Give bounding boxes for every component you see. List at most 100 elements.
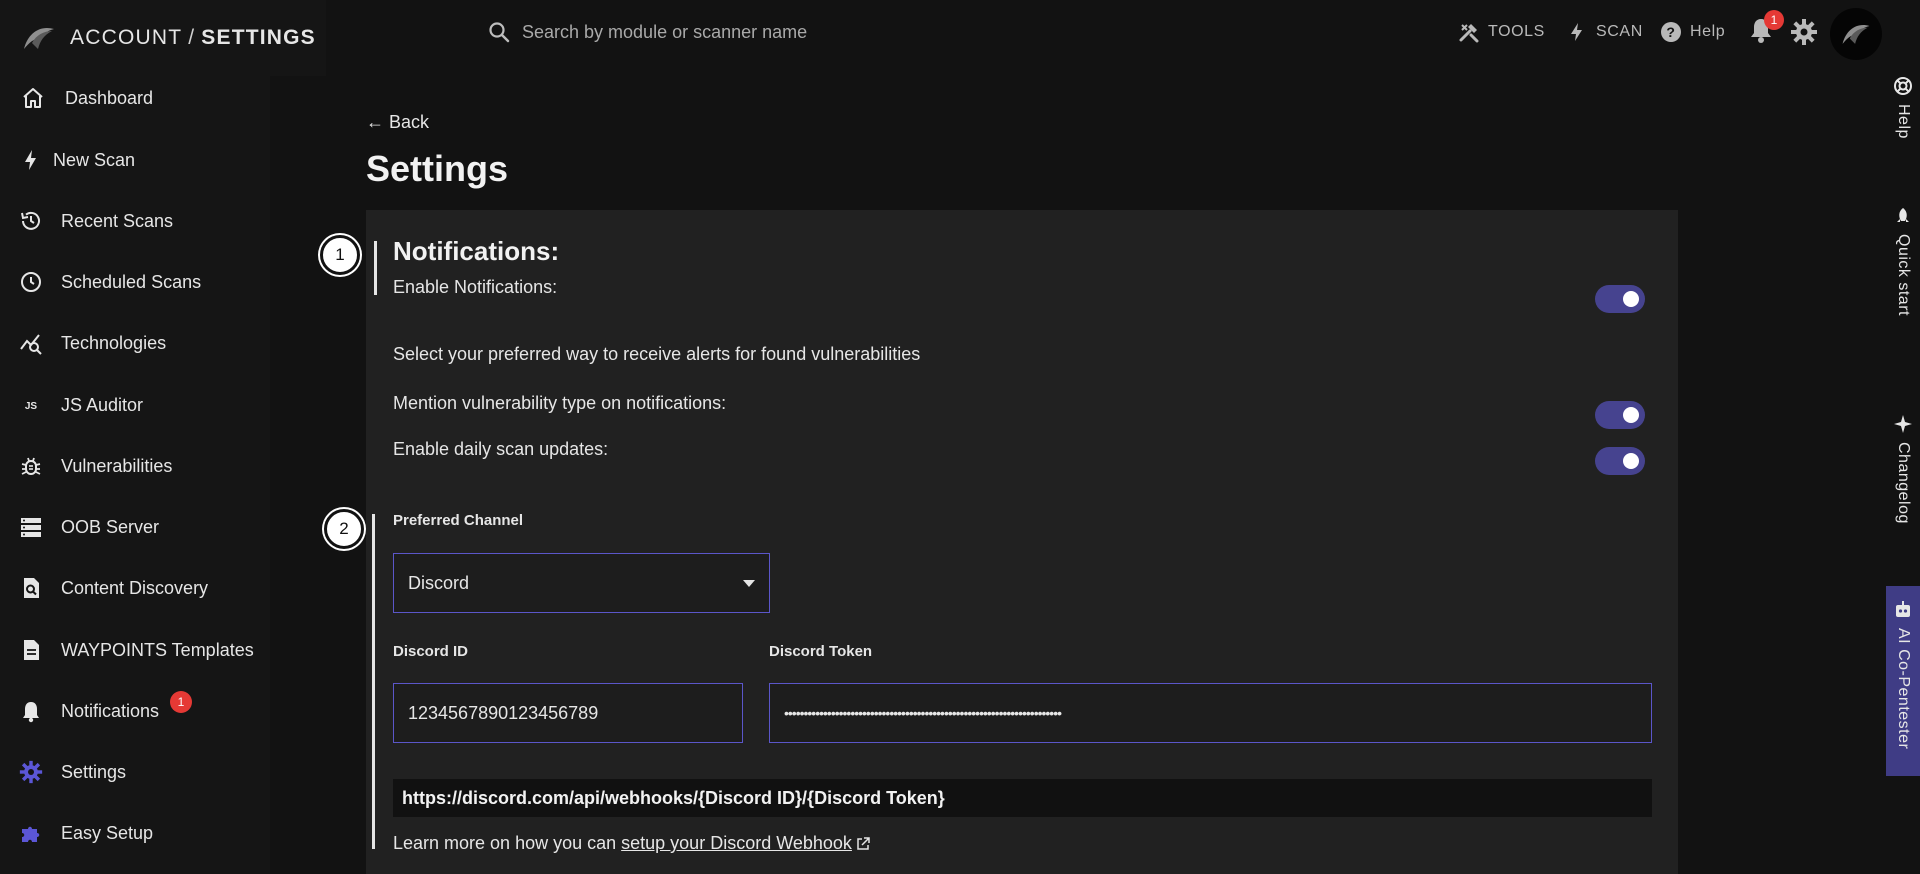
- breadcrumb: ACCOUNT / SETTINGS: [70, 26, 316, 50]
- learn-more-text: Learn more on how you can setup your Dis…: [393, 833, 870, 854]
- search-bar[interactable]: [488, 18, 988, 46]
- notifications-section-title: Notifications:: [393, 236, 560, 266]
- notification-count-badge: 1: [1764, 10, 1784, 30]
- discord-token-input[interactable]: [784, 705, 1637, 721]
- discord-id-field[interactable]: [393, 683, 743, 743]
- mention-type-label: Mention vulnerability type on notificati…: [393, 393, 727, 413]
- section-1-bar: [374, 241, 377, 295]
- notifications-description: Select your preferred way to receive ale…: [393, 344, 921, 364]
- file-search-icon: [19, 576, 43, 600]
- preferred-channel-label: Preferred Channel: [393, 512, 524, 529]
- enable-notifications-label: Enable Notifications:: [393, 277, 558, 297]
- help-label: Help: [1690, 23, 1726, 40]
- rail-ai-label: AI Co-Pentester: [1895, 628, 1912, 750]
- rail-ai-co-pentester-tab[interactable]: AI Co-Pentester: [1886, 586, 1920, 776]
- sidebar-item-content-discovery[interactable]: Content Discovery: [0, 566, 270, 610]
- sidebar-item-label: WAYPOINTS Templates: [61, 639, 254, 660]
- sidebar-item-label: Dashboard: [65, 87, 154, 108]
- preferred-channel-select[interactable]: Discord: [393, 553, 770, 613]
- right-rail: Help Quick start Changelog AI Co-Pentest…: [1886, 0, 1920, 874]
- document-icon: [19, 638, 43, 662]
- rail-quick-start-tab[interactable]: Quick start: [1886, 206, 1920, 316]
- sidebar-item-recent-scans[interactable]: Recent Scans: [0, 199, 270, 243]
- sidebar-item-label: Technologies: [61, 332, 167, 353]
- rail-changelog-tab[interactable]: Changelog: [1886, 414, 1920, 524]
- sidebar-item-technologies[interactable]: Technologies: [0, 321, 270, 365]
- breadcrumb-settings: SETTINGS: [201, 26, 316, 49]
- brand: ACCOUNT / SETTINGS: [0, 0, 326, 76]
- settings-panel: [366, 210, 1678, 874]
- rail-help-tab[interactable]: Help: [1886, 76, 1920, 139]
- discord-id-input[interactable]: [408, 702, 728, 724]
- top-bar: ACCOUNT /SETTINGS TOOLS SCAN ? Help 1: [0, 0, 1886, 76]
- sidebar-item-label: Notifications: [61, 700, 160, 721]
- user-avatar[interactable]: [1830, 8, 1882, 60]
- sidebar-item-oob-server[interactable]: OOB Server: [0, 505, 270, 549]
- preferred-channel-value: Discord: [408, 572, 470, 593]
- rail-changelog-label: Changelog: [1895, 442, 1912, 524]
- bolt-icon: [1566, 21, 1588, 43]
- rail-help-label: Help: [1895, 104, 1912, 139]
- back-link[interactable]: ← Back: [366, 112, 429, 133]
- webhook-url-box: https://discord.com/api/webhooks/{Discor…: [393, 779, 1652, 817]
- puzzle-icon: [19, 821, 43, 845]
- discord-id-label: Discord ID: [393, 643, 469, 660]
- sidebar-item-label: JS Auditor: [61, 394, 144, 415]
- step-indicator-1: 1: [320, 235, 360, 275]
- sidebar-item-settings[interactable]: Settings: [0, 750, 270, 794]
- lifebuoy-icon: [1893, 76, 1913, 96]
- sidebar-item-notifications[interactable]: Notifications 1: [0, 689, 270, 733]
- sparkle-icon: [1893, 414, 1913, 434]
- discord-token-label: Discord Token: [769, 643, 873, 660]
- help-button[interactable]: ? Help: [1660, 19, 1725, 45]
- tools-button[interactable]: TOOLS: [1458, 19, 1545, 45]
- sidebar-item-vulnerabilities[interactable]: Vulnerabilities: [0, 444, 270, 488]
- robot-icon: [1893, 600, 1913, 620]
- bell-icon: [19, 699, 43, 723]
- sidebar-item-label: Scheduled Scans: [61, 271, 202, 292]
- step-indicator-2: 2: [324, 509, 364, 549]
- learn-more-label: Learn more on how you can: [393, 833, 617, 853]
- server-icon: [19, 515, 43, 539]
- settings-gear-button[interactable]: [1790, 18, 1818, 46]
- sidebar-item-label: Content Discovery: [61, 577, 209, 598]
- gear-icon: [19, 760, 43, 784]
- sidebar-item-dashboard[interactable]: Dashboard: [0, 76, 270, 120]
- clock-icon: [19, 270, 43, 294]
- page-title: Settings: [366, 148, 509, 189]
- chart-search-icon: [19, 331, 43, 355]
- external-link-icon: [856, 836, 870, 851]
- mention-type-toggle[interactable]: [1595, 401, 1645, 429]
- sidebar-item-label: Vulnerabilities: [61, 455, 173, 476]
- search-input[interactable]: [522, 21, 942, 43]
- sidebar-item-label: Easy Setup: [61, 822, 154, 843]
- breadcrumb-account[interactable]: ACCOUNT: [70, 26, 182, 49]
- sidebar-item-label: New Scan: [53, 149, 136, 170]
- scan-label: SCAN: [1596, 23, 1643, 40]
- daily-updates-toggle[interactable]: [1595, 447, 1645, 475]
- sidebar-item-new-scan[interactable]: New Scan: [0, 138, 270, 182]
- sidebar-item-waypoints-templates[interactable]: WAYPOINTS Templates: [0, 628, 270, 672]
- sidebar-item-scheduled-scans[interactable]: Scheduled Scans: [0, 260, 270, 304]
- home-icon: [21, 86, 45, 110]
- search-icon: [488, 21, 510, 43]
- sidebar-item-label: OOB Server: [61, 516, 160, 537]
- rail-quick-start-label: Quick start: [1895, 234, 1912, 316]
- sidebar-item-label: Recent Scans: [61, 210, 174, 231]
- logo-icon[interactable]: [20, 19, 58, 57]
- sidebar-item-easy-setup[interactable]: Easy Setup: [0, 811, 270, 855]
- rocket-icon: [1893, 206, 1913, 226]
- sidebar-item-js-auditor[interactable]: JS JS Auditor: [0, 383, 270, 427]
- enable-notifications-toggle[interactable]: [1595, 285, 1645, 313]
- tools-label: TOOLS: [1488, 23, 1545, 40]
- scan-button[interactable]: SCAN: [1566, 19, 1643, 45]
- bolt-icon: [19, 148, 43, 172]
- daily-updates-label: Enable daily scan updates:: [393, 439, 609, 459]
- notifications-bell-button[interactable]: 1: [1748, 10, 1784, 46]
- discord-webhook-setup-link[interactable]: setup your Discord Webhook: [621, 833, 852, 854]
- svg-text:?: ?: [1666, 24, 1675, 40]
- discord-token-field[interactable]: [769, 683, 1652, 743]
- notifications-count-badge: 1: [170, 691, 192, 713]
- section-2-bar: [372, 514, 375, 849]
- breadcrumb-separator: /: [188, 26, 196, 49]
